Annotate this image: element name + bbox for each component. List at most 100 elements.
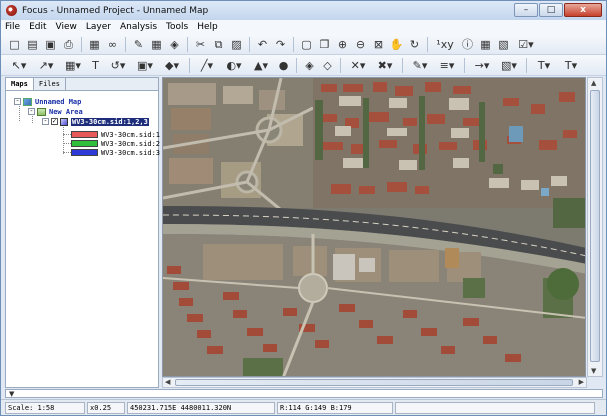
app-icon xyxy=(6,5,17,16)
zoom-in-icon[interactable]: ⊕ xyxy=(335,37,350,52)
view-icon[interactable]: ▦ xyxy=(87,37,102,52)
layer-name: WV3-30cm.sid:1,2,3 xyxy=(71,117,149,126)
status-empty-field xyxy=(395,401,595,414)
pan-hand-icon[interactable]: ✋ xyxy=(389,37,404,52)
status-bar: Scale: 1:58 x0.25 450231.715E 4480011.32… xyxy=(1,399,606,415)
layer-down-icon[interactable]: ◇ xyxy=(320,58,335,73)
layer-visibility-checkbox[interactable]: ✓ xyxy=(51,118,58,125)
scroll-thumb[interactable] xyxy=(590,90,600,362)
toolbar-separator xyxy=(189,57,190,73)
command-dropdown-icon[interactable]: ▼ xyxy=(9,390,14,398)
measure-icon[interactable]: ▧ xyxy=(496,37,511,52)
map-canvas[interactable] xyxy=(162,77,586,377)
maximize-button[interactable]: □ xyxy=(539,3,563,17)
tab-files[interactable]: Files xyxy=(34,78,66,90)
tree-node-map[interactable]: - Unnamed Map xyxy=(14,97,81,106)
table-icon[interactable]: ▦ xyxy=(149,37,164,52)
menu-help[interactable]: Help xyxy=(197,22,218,32)
line-tool-icon[interactable]: ╱▾ xyxy=(195,58,219,73)
open-folder-icon[interactable]: ▤ xyxy=(25,37,40,52)
pixel-value-field: R:114 G:149 B:179 xyxy=(277,401,393,414)
collapse-toggle[interactable]: - xyxy=(14,98,21,105)
scale-field: Scale: 1:58 xyxy=(5,401,85,414)
band-item-3[interactable]: WV3-30cm.sid:3 xyxy=(71,148,161,157)
fill-style-icon[interactable]: ▧▾ xyxy=(497,58,521,73)
menu-analysis[interactable]: Analysis xyxy=(120,22,157,32)
rotate-icon[interactable]: ↺▾ xyxy=(106,58,130,73)
text-tool-icon[interactable]: T xyxy=(88,58,103,73)
print-icon[interactable]: ⎙ xyxy=(61,37,76,52)
window-title: Focus - Unnamed Project - Unnamed Map xyxy=(22,5,209,16)
save-icon[interactable]: ▣ xyxy=(43,37,58,52)
menu-view[interactable]: View xyxy=(56,22,77,32)
area-icon xyxy=(37,107,46,116)
zoom-out-icon[interactable]: ⊖ xyxy=(353,37,368,52)
palette-icon[interactable]: ● xyxy=(276,58,291,73)
band-item-1[interactable]: WV3-30cm.sid:1 xyxy=(71,130,161,139)
arrow-style-icon[interactable]: →▾ xyxy=(470,58,494,73)
edit-pencil-icon[interactable]: ✎ xyxy=(131,37,146,52)
toolbar-separator xyxy=(296,57,297,73)
toolbar-separator xyxy=(464,57,465,73)
chart-dropdown-icon[interactable]: ☑▾ xyxy=(514,37,538,52)
map-name: Unnamed Map xyxy=(35,97,82,106)
new-file-icon[interactable]: □ xyxy=(7,37,22,52)
scroll-thumb[interactable] xyxy=(175,379,573,386)
link-icon[interactable]: ∞ xyxy=(105,37,120,52)
minimize-button[interactable]: – xyxy=(514,3,538,17)
multi-cross-icon[interactable]: ✖▾ xyxy=(373,58,397,73)
pen-color-icon[interactable]: ✎▾ xyxy=(408,58,432,73)
coordinates-icon[interactable]: ¹xy xyxy=(433,37,457,52)
layer-up-icon[interactable]: ◈ xyxy=(302,58,317,73)
band-item-2[interactable]: WV3-30cm.sid:2 xyxy=(71,139,161,148)
shape-tool-icon[interactable]: ◐▾ xyxy=(222,58,246,73)
scroll-left-icon[interactable]: ◀ xyxy=(165,378,170,386)
zoom-extent-icon[interactable]: ▢ xyxy=(299,37,314,52)
menu-tools[interactable]: Tools xyxy=(166,22,188,32)
refresh-icon[interactable]: ↻ xyxy=(407,37,422,52)
copy-icon[interactable]: ⧉ xyxy=(211,37,226,52)
toolbar-separator xyxy=(187,36,188,52)
menu-edit[interactable]: Edit xyxy=(29,22,46,32)
select-arrow-icon[interactable]: ↖▾ xyxy=(7,58,31,73)
grid-snap-icon[interactable]: ▦▾ xyxy=(61,58,85,73)
select-box-icon[interactable]: ▣▾ xyxy=(133,58,157,73)
collapse-toggle[interactable]: - xyxy=(42,118,49,125)
band-color-swatch xyxy=(71,131,98,138)
panel-tabs: Maps Files xyxy=(6,78,158,91)
command-line[interactable]: ▼ xyxy=(5,389,603,398)
map-globe-icon xyxy=(23,97,32,106)
fill-icon[interactable]: ◆▾ xyxy=(160,58,184,73)
layer-panel: Maps Files - Unnamed Map - New Area - ✓ xyxy=(5,77,161,388)
toolbar-separator xyxy=(402,57,403,73)
scroll-right-icon[interactable]: ▶ xyxy=(579,378,584,386)
symbol-tool-icon[interactable]: ▲▾ xyxy=(249,58,273,73)
collapse-toggle[interactable]: - xyxy=(28,108,35,115)
menu-file[interactable]: File xyxy=(5,22,20,32)
horizontal-scrollbar[interactable]: ◀ ▶ xyxy=(162,377,587,388)
cross-icon[interactable]: ✕▾ xyxy=(346,58,370,73)
paste-icon[interactable]: ▨ xyxy=(229,37,244,52)
tree-node-layer[interactable]: - ✓ WV3-30cm.sid:1,2,3 xyxy=(42,117,149,126)
scroll-up-icon[interactable]: ▲ xyxy=(591,79,596,87)
font-size-icon[interactable]: T▾ xyxy=(559,58,583,73)
info-icon[interactable]: ⓘ xyxy=(460,37,475,52)
band-color-swatch xyxy=(71,149,98,156)
redo-icon[interactable]: ↷ xyxy=(273,37,288,52)
close-button[interactable]: x xyxy=(564,3,602,17)
tree-node-area[interactable]: - New Area xyxy=(28,107,83,116)
node-edit-icon[interactable]: ↗▾ xyxy=(34,58,58,73)
scroll-down-icon[interactable]: ▼ xyxy=(591,367,596,375)
zoom-box-icon[interactable]: ⊠ xyxy=(371,37,386,52)
toolbar-separator xyxy=(249,36,250,52)
zoom-window-icon[interactable]: ❐ xyxy=(317,37,332,52)
tab-maps[interactable]: Maps xyxy=(6,78,34,90)
line-style-icon[interactable]: ≡▾ xyxy=(435,58,459,73)
font-icon[interactable]: T▾ xyxy=(532,58,556,73)
grid-icon[interactable]: ▦ xyxy=(478,37,493,52)
cut-icon[interactable]: ✂ xyxy=(193,37,208,52)
vertical-scrollbar[interactable]: ▲ ▼ xyxy=(587,77,603,377)
layers-icon[interactable]: ◈ xyxy=(167,37,182,52)
menu-layer[interactable]: Layer xyxy=(86,22,111,32)
undo-icon[interactable]: ↶ xyxy=(255,37,270,52)
